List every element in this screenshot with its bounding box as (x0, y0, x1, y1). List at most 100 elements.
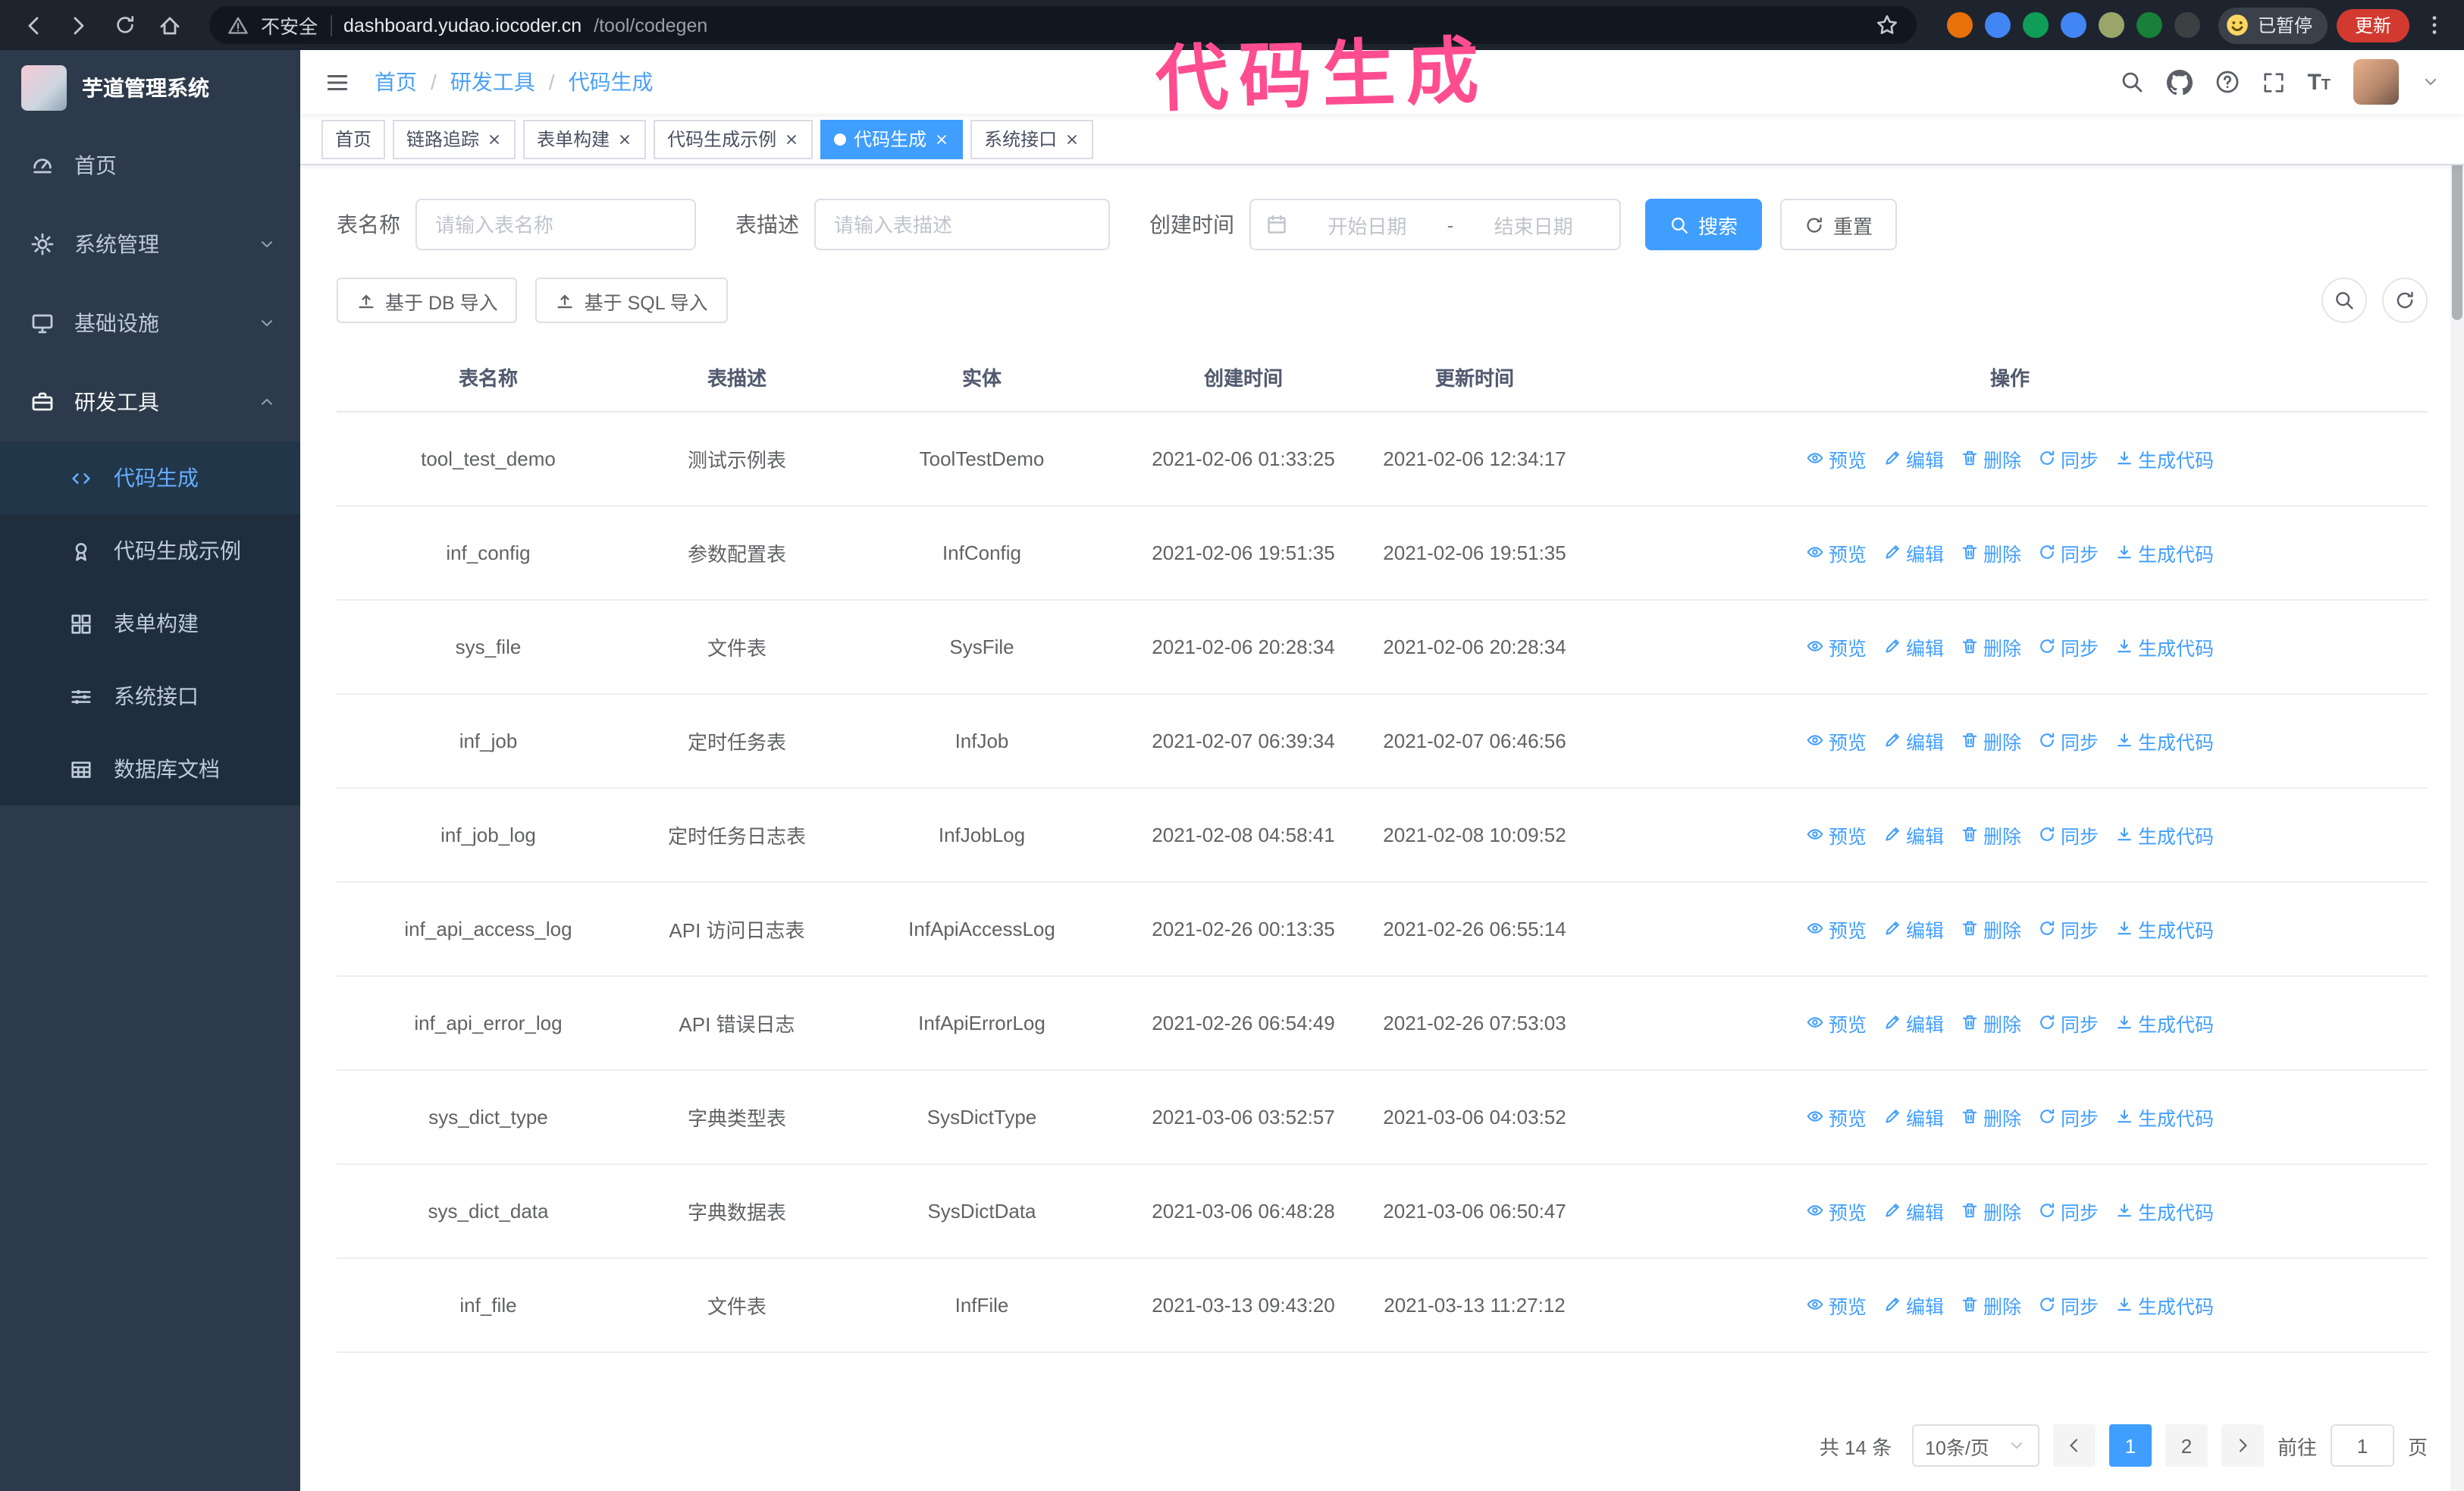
delete-link[interactable]: 删除 (1961, 1196, 2021, 1225)
extension-icon[interactable] (2098, 12, 2124, 38)
delete-link[interactable]: 删除 (1961, 1290, 2021, 1319)
generate-link[interactable]: 生成代码 (2115, 914, 2214, 943)
close-icon[interactable] (934, 131, 949, 146)
preview-link[interactable]: 预览 (1806, 1102, 1867, 1131)
edit-link[interactable]: 编辑 (1883, 1196, 1944, 1225)
edit-link[interactable]: 编辑 (1883, 444, 1944, 472)
breadcrumb-devtools[interactable]: 研发工具 (450, 67, 535, 97)
generate-link[interactable]: 生成代码 (2115, 1290, 2214, 1319)
edit-link[interactable]: 编辑 (1883, 1290, 1944, 1319)
delete-link[interactable]: 删除 (1961, 1102, 2021, 1131)
sidebar-item-db-doc[interactable]: 数据库文档 (0, 733, 300, 805)
toggle-search-button[interactable] (2321, 278, 2367, 323)
edit-link[interactable]: 编辑 (1883, 1102, 1944, 1131)
generate-link[interactable]: 生成代码 (2115, 1196, 2214, 1225)
github-icon[interactable] (2166, 69, 2193, 95)
extension-icon[interactable] (1984, 12, 2011, 38)
tab-链路追踪[interactable]: 链路追踪 (393, 119, 516, 159)
next-page-button[interactable] (2221, 1424, 2264, 1467)
sidebar-item-home[interactable]: 首页 (0, 126, 300, 205)
page-button-2[interactable]: 2 (2165, 1424, 2208, 1467)
tab-代码生成[interactable]: 代码生成 (820, 119, 964, 159)
generate-link[interactable]: 生成代码 (2115, 538, 2214, 567)
breadcrumb-home[interactable]: 首页 (375, 67, 417, 97)
extension-icon[interactable] (2022, 12, 2049, 38)
fullscreen-icon[interactable] (2262, 71, 2284, 93)
sidebar-item-system[interactable]: 系统管理 (0, 205, 300, 284)
user-avatar[interactable] (2353, 59, 2399, 105)
close-icon[interactable] (617, 131, 632, 146)
sync-link[interactable]: 同步 (2038, 1196, 2099, 1225)
address-bar[interactable]: 不安全 dashboard.yudao.iocoder.cn/tool/code… (209, 6, 1917, 44)
page-scrollbar[interactable] (2450, 50, 2464, 1491)
generate-link[interactable]: 生成代码 (2115, 1102, 2214, 1131)
table-name-input[interactable] (415, 199, 696, 250)
tab-首页[interactable]: 首页 (321, 119, 386, 159)
reload-icon[interactable] (106, 7, 143, 43)
sync-link[interactable]: 同步 (2038, 444, 2099, 472)
sync-link[interactable]: 同步 (2038, 1102, 2099, 1131)
sidebar-item-devtools[interactable]: 研发工具 (0, 363, 300, 441)
generate-link[interactable]: 生成代码 (2115, 820, 2214, 849)
extension-icon[interactable] (2060, 12, 2086, 38)
table-desc-input[interactable] (814, 199, 1110, 250)
back-icon[interactable] (15, 7, 52, 43)
browser-profile-chip[interactable]: 已暂停 (2218, 7, 2328, 43)
preview-link[interactable]: 预览 (1806, 1290, 1867, 1319)
delete-link[interactable]: 删除 (1961, 726, 2021, 755)
page-size-select[interactable]: 10条/页 (1911, 1424, 2039, 1467)
import-sql-button[interactable]: 基于 SQL 导入 (535, 278, 728, 323)
browser-menu-icon[interactable] (2419, 14, 2449, 36)
close-icon[interactable] (1064, 131, 1080, 146)
edit-link[interactable]: 编辑 (1883, 1008, 1944, 1037)
preview-link[interactable]: 预览 (1806, 632, 1867, 661)
sidebar-item-infra[interactable]: 基础设施 (0, 284, 300, 363)
sidebar-collapse-icon[interactable] (324, 69, 350, 95)
import-db-button[interactable]: 基于 DB 导入 (337, 278, 518, 323)
sync-link[interactable]: 同步 (2038, 820, 2099, 849)
preview-link[interactable]: 预览 (1806, 1196, 1867, 1225)
bookmark-star-icon[interactable] (1876, 14, 1898, 36)
preview-link[interactable]: 预览 (1806, 726, 1867, 755)
preview-link[interactable]: 预览 (1806, 820, 1867, 849)
sync-link[interactable]: 同步 (2038, 914, 2099, 943)
generate-link[interactable]: 生成代码 (2115, 632, 2214, 661)
tab-表单构建[interactable]: 表单构建 (523, 119, 647, 159)
sync-link[interactable]: 同步 (2038, 538, 2099, 567)
search-button[interactable]: 搜索 (1645, 199, 1763, 250)
forward-icon[interactable] (61, 7, 97, 43)
sync-link[interactable]: 同步 (2038, 726, 2099, 755)
tab-代码生成示例[interactable]: 代码生成示例 (654, 119, 813, 159)
create-time-range-picker[interactable]: 开始日期 - 结束日期 (1249, 199, 1621, 250)
browser-update-button[interactable]: 更新 (2336, 8, 2409, 42)
edit-link[interactable]: 编辑 (1883, 632, 1944, 661)
generate-link[interactable]: 生成代码 (2115, 1008, 2214, 1037)
caret-down-icon[interactable] (2422, 73, 2440, 91)
refresh-table-button[interactable] (2382, 278, 2428, 323)
reset-button[interactable]: 重置 (1780, 199, 1898, 250)
search-icon[interactable] (2119, 70, 2143, 94)
help-icon[interactable] (2215, 70, 2239, 94)
preview-link[interactable]: 预览 (1806, 444, 1867, 472)
edit-link[interactable]: 编辑 (1883, 538, 1944, 567)
delete-link[interactable]: 删除 (1961, 914, 2021, 943)
close-icon[interactable] (784, 131, 799, 146)
sidebar-item-api[interactable]: 系统接口 (0, 660, 300, 733)
extension-icon[interactable] (1946, 12, 1973, 38)
delete-link[interactable]: 删除 (1961, 820, 2021, 849)
preview-link[interactable]: 预览 (1806, 914, 1867, 943)
sync-link[interactable]: 同步 (2038, 1290, 2099, 1319)
sidebar-item-codegen-example[interactable]: 代码生成示例 (0, 514, 300, 587)
sync-link[interactable]: 同步 (2038, 1008, 2099, 1037)
edit-link[interactable]: 编辑 (1883, 820, 1944, 849)
delete-link[interactable]: 删除 (1961, 1008, 2021, 1037)
tab-系统接口[interactable]: 系统接口 (970, 119, 1094, 159)
preview-link[interactable]: 预览 (1806, 1008, 1867, 1037)
sidebar-item-codegen[interactable]: 代码生成 (0, 441, 300, 514)
home-icon[interactable] (152, 7, 188, 43)
edit-link[interactable]: 编辑 (1883, 914, 1944, 943)
delete-link[interactable]: 删除 (1961, 538, 2021, 567)
preview-link[interactable]: 预览 (1806, 538, 1867, 567)
generate-link[interactable]: 生成代码 (2115, 444, 2214, 472)
page-button-1[interactable]: 1 (2108, 1424, 2152, 1467)
